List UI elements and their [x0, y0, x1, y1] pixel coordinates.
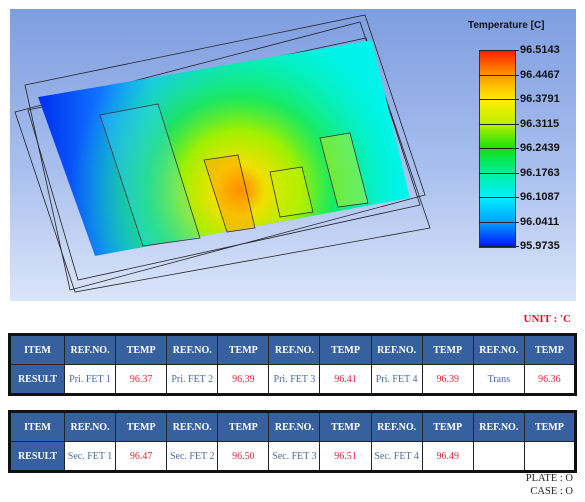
header-cell: ITEM [9, 334, 65, 365]
temp-cell: 96.51 [319, 441, 372, 472]
colorbar-tick-label: 96.1087 [520, 191, 560, 203]
colorbar-tick-label: 96.3115 [520, 117, 560, 130]
colorbar-tick-line [479, 197, 519, 198]
footer-notes: PLATE : O CASE : O [526, 472, 573, 498]
table-row: RESULT Sec. FET 1 96.47 Sec. FET 2 96.50 Sec.… [9, 441, 577, 472]
ref-cell: Pri. FET 2 [166, 364, 219, 395]
header-cell: TEMP [523, 334, 577, 365]
header-cell: REF.NO. [472, 334, 525, 365]
colorbar-tick-label: 96.1763 [520, 166, 560, 179]
colorbar [479, 50, 516, 248]
temp-cell: 96.50 [217, 441, 270, 472]
ref-cell [472, 441, 525, 472]
colorbar-tick-line [479, 123, 519, 125]
header-cell: REF.NO. [63, 334, 117, 365]
colorbar-tick-label: 96.3791 [520, 93, 560, 105]
colorbar-tick-line [479, 74, 519, 76]
header-cell: TEMP [319, 334, 372, 365]
temp-cell: 96.37 [115, 364, 168, 395]
colorbar-tick-label: 96.2439 [520, 142, 560, 154]
colorbar-tick-label: 96.5143 [520, 44, 560, 56]
header-cell: TEMP [421, 334, 474, 365]
ref-cell: Sec. FET 1 [63, 441, 117, 472]
temp-cell: 96.47 [115, 441, 168, 472]
row-label: RESULT [9, 364, 65, 395]
table-row: RESULT Pri. FET 1 96.37 Pri. FET 2 96.39 Pri.… [9, 364, 577, 395]
results-table-primary: ITEM REF.NO. TEMP REF.NO. TEMP REF.NO. TEMP REF… [8, 333, 577, 396]
temp-cell: 96.41 [319, 364, 372, 395]
header-cell: REF.NO. [166, 334, 219, 365]
header-cell: TEMP [523, 411, 577, 442]
unit-label: UNIT : 'C [523, 313, 571, 325]
colorbar-tick-line [479, 172, 519, 174]
header-cell: REF.NO. [166, 411, 219, 442]
header-cell: TEMP [115, 411, 168, 442]
header-cell: REF.NO. [472, 411, 525, 442]
header-cell: REF.NO. [370, 411, 423, 442]
temp-cell: 96.49 [421, 441, 474, 472]
colorbar-tick-line [479, 50, 519, 51]
colorbar-tick-label: 96.4467 [520, 68, 560, 81]
header-cell: REF.NO. [63, 411, 117, 442]
header-cell: TEMP [115, 334, 168, 365]
table-header-row: ITEM REF.NO. TEMP REF.NO. TEMP REF.NO. TEMP REF… [9, 334, 577, 365]
temp-cell: 96.39 [217, 364, 270, 395]
temp-cell: 96.39 [421, 364, 474, 395]
ref-cell: Sec. FET 4 [370, 441, 423, 472]
temp-cell [523, 441, 577, 472]
header-cell: REF.NO. [268, 334, 321, 365]
ref-cell: Pri. FET 3 [268, 364, 321, 395]
results-table-secondary: ITEM REF.NO. TEMP REF.NO. TEMP REF.NO. TEMP REF… [8, 410, 577, 473]
ref-cell: Pri. FET 1 [63, 364, 117, 395]
colorbar-tick-line [479, 246, 519, 247]
header-cell: REF.NO. [268, 411, 321, 442]
legend-title: Temperature [C] [468, 20, 545, 31]
table-header-row: ITEM REF.NO. TEMP REF.NO. TEMP REF.NO. TEMP REF… [9, 411, 577, 442]
row-label: RESULT [9, 441, 65, 472]
colorbar-tick-label: 95.9735 [520, 240, 560, 252]
ref-cell: Trans [472, 364, 525, 395]
ref-cell: Sec. FET 3 [268, 441, 321, 472]
header-cell: TEMP [217, 334, 270, 365]
colorbar-tick-line [479, 148, 519, 149]
ref-cell: Sec. FET 2 [166, 441, 219, 472]
header-cell: ITEM [9, 411, 65, 442]
ref-cell: Pri. FET 4 [370, 364, 423, 395]
colorbar-tick-line [479, 221, 519, 223]
header-cell: TEMP [319, 411, 372, 442]
colorbar-tick-line [479, 99, 519, 100]
temp-cell: 96.36 [523, 364, 577, 395]
case-note: CASE : O [530, 486, 573, 497]
header-cell: REF.NO. [370, 334, 423, 365]
header-cell: TEMP [217, 411, 270, 442]
colorbar-tick-label: 96.0411 [520, 215, 560, 228]
header-cell: TEMP [421, 411, 474, 442]
plate-note: PLATE : O [525, 473, 573, 484]
